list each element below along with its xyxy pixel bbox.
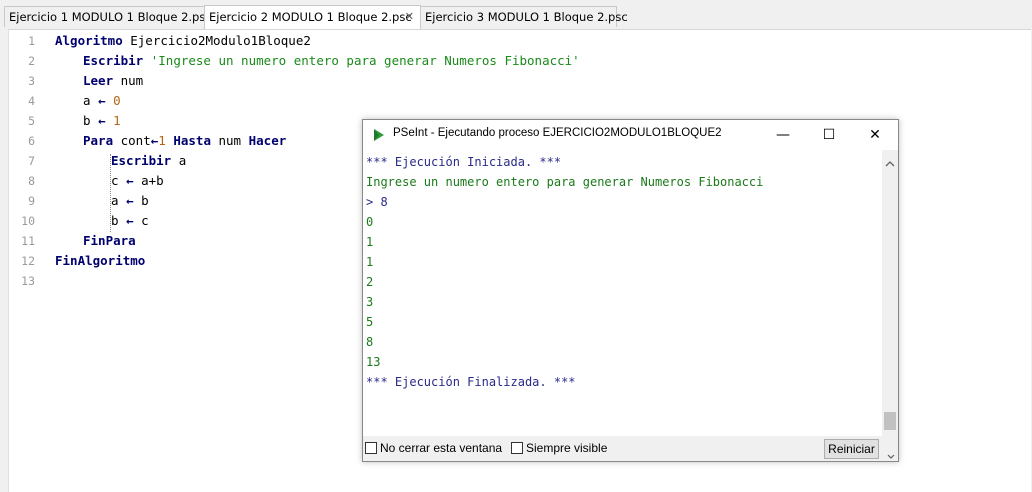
scroll-up-icon[interactable] [885,153,895,172]
code-text: a [111,193,119,208]
code-text: cont [113,133,151,148]
code-text: num [113,73,144,88]
code-text: c [141,213,149,228]
code-line-1: Algoritmo Ejercicio2Modulo1Bloque2 [55,33,311,48]
console-line: 3 [366,295,374,309]
keyword: Hacer [248,133,287,148]
code-line-12: FinAlgoritmo [55,253,145,268]
line-number: 2 [28,54,35,68]
line-number: 13 [21,274,35,288]
number-literal: 1 [158,133,166,148]
line-number: 10 [21,214,35,228]
assign-arrow-icon: ← [126,193,134,208]
line-number: 12 [21,254,35,268]
keyword: Leer [83,73,114,88]
code-text: b [141,193,149,208]
line-number: 1 [28,34,35,48]
tab-label: Ejercicio 2 MODULO 1 Bloque 2.psc [209,10,412,24]
tab-ejercicio-2[interactable]: Ejercicio 2 MODULO 1 Bloque 2.psc ✕ [204,5,421,29]
console-scrollbar[interactable] [882,150,898,436]
keyword: Algoritmo [55,33,123,48]
code-text: a [83,93,91,108]
line-number: 4 [28,94,35,108]
console-line: 5 [366,315,374,329]
keyword: Para [83,133,114,148]
scroll-thumb[interactable] [884,412,896,430]
console-line: 8 [366,335,374,349]
tab-ejercicio-3[interactable]: Ejercicio 3 MODULO 1 Bloque 2.psc [420,6,628,27]
assign-arrow-icon: ← [126,213,134,228]
keyword: FinPara [83,233,136,248]
maximize-button[interactable]: ☐ [806,120,852,150]
assign-arrow-icon: ← [126,173,134,188]
console-line: 13 [366,355,381,369]
code-line-6: Para cont←1 Hasta num Hacer [83,133,286,148]
keyword: Escribir [111,153,172,168]
console-line: 2 [366,275,374,289]
code-text: b [83,113,91,128]
close-tab-icon[interactable]: ✕ [405,6,414,28]
console-line: *** Ejecución Finalizada. *** [366,375,576,389]
code-text: c [111,173,119,188]
no-cerrar-label[interactable]: No cerrar esta ventana [380,441,502,455]
execution-window[interactable]: PSeInt - Ejecutando proceso EJERCICIO2MO… [362,119,899,462]
pseint-logo-icon [372,127,386,146]
console-line: > 8 [366,195,388,209]
siempre-visible-label[interactable]: Siempre visible [526,441,607,455]
code-text: num [210,133,249,148]
line-number: 11 [21,234,35,248]
code-text: Ejercicio2Modulo1Bloque2 [122,33,311,48]
resize-grip-icon[interactable] [886,449,896,463]
no-cerrar-checkbox[interactable] [365,442,377,454]
code-line-2: Escribir 'Ingrese un numero entero para … [83,53,580,68]
code-text: a [171,153,187,168]
line-number: 5 [28,114,35,128]
code-line-8: c ← a+b [111,173,164,188]
number-literal: 1 [113,113,121,128]
code-line-4: a ← 0 [83,93,121,108]
code-line-7: Escribir a [111,153,186,168]
code-text: a+b [141,173,164,188]
console-line: 0 [366,215,374,229]
console-output[interactable]: *** Ejecución Iniciada. *** Ingrese un n… [363,150,882,436]
code-line-5: b ← 1 [83,113,121,128]
reiniciar-button[interactable]: Reiniciar [824,439,879,459]
assign-arrow-icon: ← [98,93,106,108]
keyword: Escribir [83,53,144,68]
tab-label: Ejercicio 1 MODULO 1 Bloque 2.psc [9,10,212,24]
code-line-9: a ← b [111,193,149,208]
keyword: FinAlgoritmo [55,253,146,268]
line-number: 6 [28,134,35,148]
execution-bottom-bar: No cerrar esta ventana Siempre visible R… [363,436,898,461]
console-line: 1 [366,255,374,269]
execution-window-titlebar[interactable]: PSeInt - Ejecutando proceso EJERCICIO2MO… [363,120,898,150]
code-line-3: Leer num [83,73,143,88]
code-line-11: FinPara [83,233,136,248]
line-number: 7 [28,154,35,168]
tab-ejercicio-1[interactable]: Ejercicio 1 MODULO 1 Bloque 2.psc [4,6,212,27]
tab-label: Ejercicio 3 MODULO 1 Bloque 2.psc [425,10,628,24]
string-literal: 'Ingrese un numero entero para generar N… [150,53,580,68]
number-literal: 0 [113,93,121,108]
tab-bar: Ejercicio 1 MODULO 1 Bloque 2.psc Ejerci… [0,0,1032,29]
console-line: Ingrese un numero entero para generar Nu… [366,175,764,189]
minimize-button[interactable]: — [760,120,806,150]
assign-arrow-icon: ← [98,113,106,128]
keyword: Hasta [173,133,211,148]
close-window-button[interactable]: ✕ [852,120,898,150]
line-number: 8 [28,174,35,188]
siempre-visible-checkbox[interactable] [511,442,523,454]
console-line: 1 [366,235,374,249]
code-line-10: b ← c [111,213,149,228]
line-number: 9 [28,194,35,208]
console-line: *** Ejecución Iniciada. *** [366,155,562,169]
window-title: PSeInt - Ejecutando proceso EJERCICIO2MO… [393,127,722,139]
code-text: b [111,213,119,228]
line-number: 3 [28,74,35,88]
